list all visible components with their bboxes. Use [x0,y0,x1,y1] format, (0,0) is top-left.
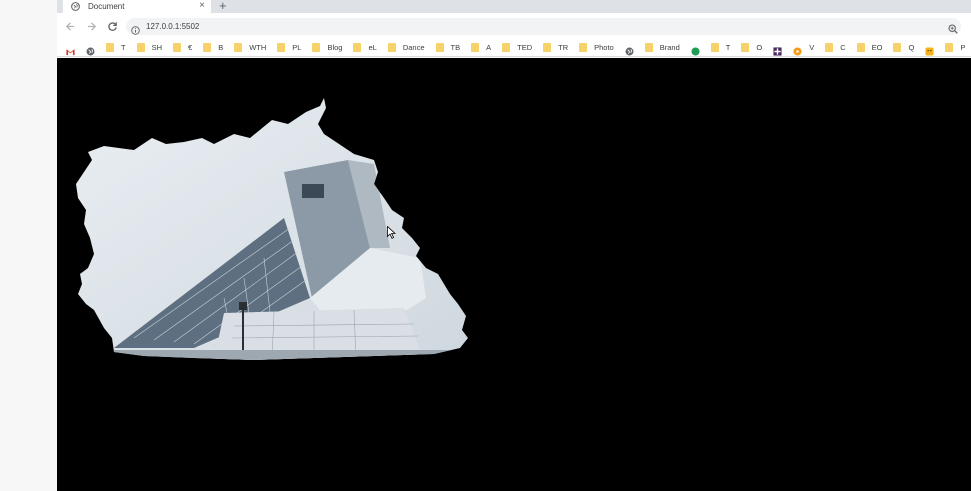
bookmark-item[interactable]: P [945,39,966,56]
folder-icon [856,43,865,52]
play-icon [793,43,802,56]
globe-icon [86,43,95,56]
folder-icon [502,43,511,52]
bookmark-label: V [809,43,815,52]
folder-icon [353,43,362,52]
bookmark-label: Q [908,43,915,52]
folder-icon [234,43,243,52]
folder-icon [741,43,750,52]
url-text: 127.0.0.1:5502 [146,22,200,31]
toolbar: 127.0.0.1:5502 [57,13,971,39]
zoom-icon[interactable] [948,21,958,34]
bookmark-label: O [756,43,763,52]
bookmark-label: € [188,43,193,52]
bookmark-item[interactable]: T [710,39,731,56]
tab-title: Document [88,2,125,11]
plugin-icon [773,43,782,56]
close-tab-icon[interactable]: × [199,0,205,12]
bookmark-label: SH [151,43,163,52]
bookmark-item[interactable]: SH [136,39,163,56]
bookmark-label: TED [517,43,533,52]
bookmarks-bar: T SH € B WTH PL Blog eL Dance TB A TED TR Photo Brand T… [57,39,971,57]
bookmark-item[interactable]: T [106,39,126,56]
bookmark-label: TB [450,43,461,52]
globe-icon [625,43,634,56]
left-gutter [0,0,57,491]
bookmark-item[interactable]: Q [893,39,915,56]
bookmark-item[interactable]: A [471,39,492,56]
bookmark-item[interactable]: V [793,39,815,56]
folder-icon [136,43,145,52]
bookmark-label: WTH [249,43,267,52]
bookmark-label: A [486,43,492,52]
brush-masked-building-image [76,98,468,360]
bookmark-item[interactable]: TR [543,39,569,56]
address-bar[interactable]: 127.0.0.1:5502 [126,18,961,35]
forward-icon[interactable] [84,19,98,33]
globe-icon [71,2,80,11]
reload-icon[interactable] [105,19,119,33]
bookmark-label: T [725,43,731,52]
tab-document[interactable]: Document × [63,0,211,13]
bookmark-item[interactable]: eL [353,39,377,56]
bookmark-label: P [960,43,966,52]
bookmark-label: B [218,43,224,52]
bookmark-item[interactable]: O [741,39,763,56]
bookmark-label: eL [368,43,377,52]
bookmark-item[interactable]: PL [277,39,302,56]
folder-icon [945,43,954,52]
browser-window: Document × + 127.0.0.1:5502 T SH € B WTH PL Bl… [57,0,971,491]
bookmark-item[interactable]: Photo [579,39,614,56]
new-tab-button[interactable]: + [219,0,227,12]
bookmark-item[interactable] [86,39,95,56]
gmail-icon [66,43,75,56]
folder-icon [173,43,182,52]
folder-icon [825,43,834,52]
bookmark-label: Dance [402,43,425,52]
bookmark-item[interactable] [625,39,634,56]
emoji-icon [925,43,934,56]
back-icon[interactable] [63,19,77,33]
folder-icon [543,43,552,52]
bookmark-item[interactable] [925,39,934,56]
folder-icon [277,43,286,52]
folder-icon [471,43,480,52]
bookmark-item[interactable]: C [825,39,846,56]
folder-icon [435,43,444,52]
page-content [57,58,971,491]
info-icon[interactable] [131,22,140,35]
bookmark-item[interactable]: EO [856,39,883,56]
folder-icon [710,43,719,52]
folder-icon [106,43,114,52]
folder-icon [579,43,588,52]
bookmark-item[interactable]: Brand [644,39,680,56]
mouse-cursor-icon [387,226,396,239]
bookmark-item[interactable]: TED [502,39,533,56]
bookmark-item[interactable]: B [203,39,224,56]
bookmark-label: T [121,43,126,52]
bookmark-label: PL [292,43,302,52]
bookmark-item[interactable] [691,39,700,56]
bookmark-label: Photo [594,43,614,52]
bookmark-item[interactable] [773,39,782,56]
folder-icon [644,43,653,52]
bookmark-item[interactable]: Dance [387,39,425,56]
bookmark-label: Brand [659,43,680,52]
bookmark-label: EO [871,43,883,52]
bookmark-item[interactable] [66,39,75,56]
folder-icon [312,43,321,52]
bookmark-item[interactable]: TB [435,39,461,56]
bookmark-item[interactable]: WTH [234,39,267,56]
bookmark-label: TR [558,43,569,52]
bookmark-item[interactable]: € [173,39,193,56]
bookmark-label: Blog [327,43,343,52]
tab-strip: Document × + [57,0,971,13]
folder-icon [387,43,396,52]
folder-icon [203,43,212,52]
bookmark-label: C [840,43,846,52]
bookmark-item[interactable]: Blog [312,39,343,56]
evernote-icon [691,43,700,56]
folder-icon [893,43,902,52]
